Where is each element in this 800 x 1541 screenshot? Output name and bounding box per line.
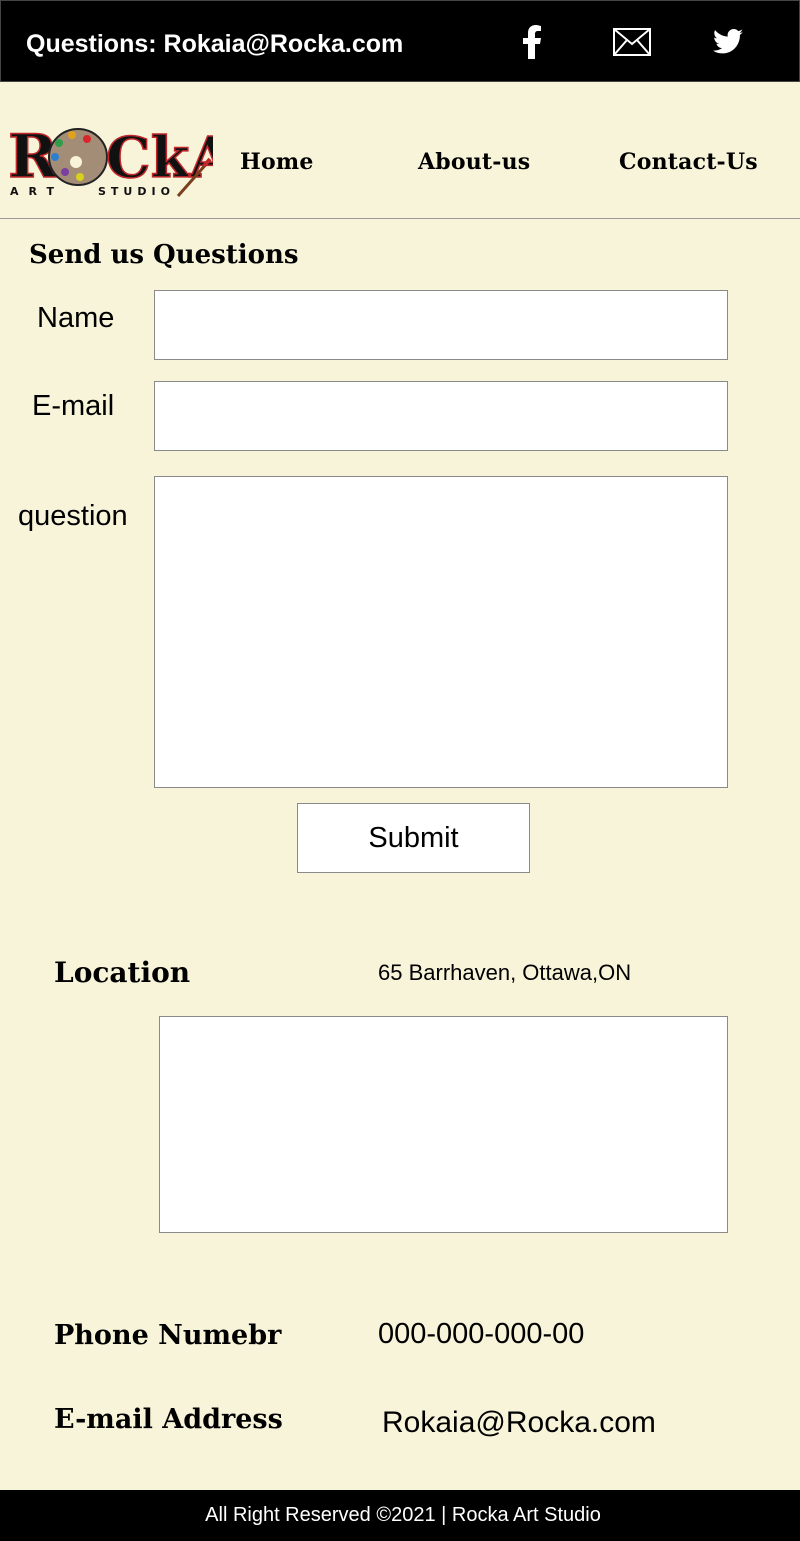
- question-field[interactable]: [154, 476, 728, 788]
- question-label: question: [18, 500, 128, 532]
- email-field[interactable]: [154, 381, 728, 451]
- mail-icon[interactable]: [606, 1, 658, 83]
- rocka-logo[interactable]: R CkA ART STUDIO: [8, 122, 213, 202]
- facebook-icon[interactable]: [511, 1, 553, 83]
- logo-letters-cka: CkA: [106, 125, 213, 191]
- name-label: Name: [37, 302, 115, 334]
- nav-about-us[interactable]: About-us: [418, 149, 530, 175]
- paint-dot: [76, 173, 84, 181]
- paint-dot: [68, 131, 76, 139]
- questions-contact-text: Questions: Rokaia@Rocka.com: [26, 30, 404, 58]
- nav-home[interactable]: Home: [240, 149, 314, 175]
- logo-tagline-2: STUDIO: [98, 185, 175, 198]
- paint-dot: [55, 139, 63, 147]
- email-label: E-mail: [32, 390, 115, 422]
- footer-text: All Right Reserved ©2021 | Rocka Art Stu…: [205, 1504, 601, 1526]
- site-header: R CkA ART STUDIO Home About-us Contact-U…: [0, 82, 800, 219]
- map-placeholder[interactable]: [159, 1016, 728, 1233]
- twitter-icon[interactable]: [707, 1, 749, 83]
- logo-tagline: ART: [10, 185, 64, 198]
- name-field[interactable]: [154, 290, 728, 360]
- nav-contact-us[interactable]: Contact-Us: [619, 149, 758, 175]
- phone-value: 000-000-000-00: [378, 1318, 585, 1350]
- footer: All Right Reserved ©2021 | Rocka Art Stu…: [0, 1490, 800, 1541]
- paint-dot: [51, 153, 59, 161]
- form-title: Send us Questions: [29, 240, 299, 270]
- phone-title: Phone Numebr: [54, 1320, 282, 1351]
- submit-button[interactable]: Submit: [297, 803, 530, 873]
- email-address-link[interactable]: Rokaia@Rocka.com: [382, 1406, 656, 1440]
- email-address-title: E-mail Address: [54, 1404, 283, 1435]
- paint-dot: [83, 135, 91, 143]
- paint-dot: [61, 168, 69, 176]
- location-address: 65 Barrhaven, Ottawa,ON: [378, 960, 632, 985]
- location-title: Location: [54, 956, 191, 989]
- palette-hole: [70, 156, 82, 168]
- top-bar: Questions: Rokaia@Rocka.com: [0, 0, 800, 82]
